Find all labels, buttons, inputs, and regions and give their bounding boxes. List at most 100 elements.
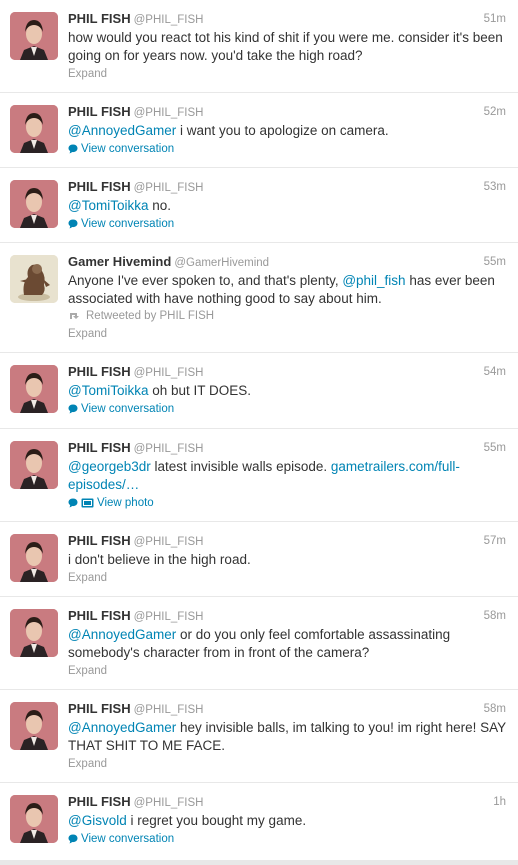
avatar[interactable] bbox=[10, 795, 58, 843]
view-conversation-link[interactable]: View conversation bbox=[68, 403, 174, 415]
author-handle[interactable]: @PHIL_FISH bbox=[134, 367, 204, 379]
view-photo-link[interactable]: View photo bbox=[68, 497, 154, 509]
mention-link[interactable]: @AnnoyedGamer bbox=[68, 720, 176, 735]
expand-link[interactable]: Expand bbox=[68, 665, 107, 677]
author-handle[interactable]: @PHIL_FISH bbox=[134, 536, 204, 548]
tweet-text-content: i want you to apologize on camera. bbox=[176, 123, 389, 138]
avatar[interactable] bbox=[10, 534, 58, 582]
tweet-timestamp[interactable]: 58m bbox=[484, 700, 506, 718]
tweet-timestamp[interactable]: 53m bbox=[484, 178, 506, 196]
author-handle[interactable]: @PHIL_FISH bbox=[134, 14, 204, 26]
view-conversation-link[interactable]: View conversation bbox=[68, 218, 174, 230]
mention-link[interactable]: @AnnoyedGamer bbox=[68, 627, 176, 642]
tweet[interactable]: PHIL FISH @PHIL_FISH 57m i don't believe … bbox=[0, 522, 518, 597]
photo-icon bbox=[81, 498, 94, 508]
speech-bubble-icon bbox=[68, 834, 78, 844]
tweet-timestamp[interactable]: 55m bbox=[484, 439, 506, 457]
tweet-text-content: no. bbox=[148, 198, 172, 213]
tweet[interactable]: PHIL FISH @PHIL_FISH 54m @TomiToikka oh b… bbox=[0, 353, 518, 429]
avatar[interactable] bbox=[10, 702, 58, 750]
author-handle[interactable]: @PHIL_FISH bbox=[134, 107, 204, 119]
author-handle[interactable]: @PHIL_FISH bbox=[134, 182, 204, 194]
tweet-timestamp[interactable]: 54m bbox=[484, 363, 506, 381]
tweet[interactable]: PHIL FISH @PHIL_FISH 58m @AnnoyedGamer or… bbox=[0, 597, 518, 690]
tweet-text: how would you react tot his kind of shit… bbox=[68, 29, 508, 65]
avatar[interactable] bbox=[10, 255, 58, 303]
avatar[interactable] bbox=[10, 441, 58, 489]
retweeted-by: Retweeted by PHIL FISH bbox=[68, 308, 508, 325]
author-name[interactable]: PHIL FISH bbox=[68, 104, 131, 119]
speech-bubble-icon bbox=[68, 404, 78, 414]
mention-link[interactable]: @TomiToikka bbox=[68, 383, 148, 398]
speech-bubble-icon bbox=[68, 144, 78, 154]
phil-fish-avatar-icon bbox=[10, 12, 58, 60]
speech-bubble-icon bbox=[68, 219, 78, 229]
view-conversation-link[interactable]: View conversation bbox=[68, 143, 174, 155]
author-handle[interactable]: @PHIL_FISH bbox=[134, 611, 204, 623]
expand-link[interactable]: Expand bbox=[68, 572, 107, 584]
tweet[interactable]: PHIL FISH @PHIL_FISH 52m @AnnoyedGamer i … bbox=[0, 93, 518, 168]
tweet-text: @Gisvold i regret you bought my game. bbox=[68, 812, 508, 830]
tweet[interactable]: PHIL FISH @PHIL_FISH 55m @georgeb3dr late… bbox=[0, 429, 518, 522]
author-name[interactable]: PHIL FISH bbox=[68, 608, 131, 623]
tweet-text-content: oh but IT DOES. bbox=[148, 383, 252, 398]
tweet-timestamp[interactable]: 1h bbox=[493, 793, 506, 811]
avatar[interactable] bbox=[10, 12, 58, 60]
avatar[interactable] bbox=[10, 105, 58, 153]
mention-link[interactable]: @georgeb3dr bbox=[68, 459, 151, 474]
author-handle[interactable]: @PHIL_FISH bbox=[134, 704, 204, 716]
view-conversation-label[interactable]: View conversation bbox=[81, 403, 174, 415]
view-conversation-label[interactable]: View conversation bbox=[81, 833, 174, 845]
expand-link[interactable]: Expand bbox=[68, 758, 107, 770]
tweet-text-content: how would you react tot his kind of shit… bbox=[68, 30, 503, 63]
tweet-text-content: i regret you bought my game. bbox=[126, 813, 307, 828]
author-name[interactable]: PHIL FISH bbox=[68, 179, 131, 194]
tweet-text-content: latest invisible walls episode. bbox=[150, 459, 331, 474]
author-name[interactable]: PHIL FISH bbox=[68, 11, 131, 26]
tweet-text: @AnnoyedGamer hey invisible balls, im ta… bbox=[68, 719, 508, 755]
tweet-text: @AnnoyedGamer i want you to apologize on… bbox=[68, 122, 508, 140]
tweet[interactable]: PHIL FISH @PHIL_FISH 51m how would you re… bbox=[0, 0, 518, 93]
tweet[interactable]: PHIL FISH @PHIL_FISH 58m @AnnoyedGamer he… bbox=[0, 690, 518, 783]
tweet-timestamp[interactable]: 58m bbox=[484, 607, 506, 625]
avatar[interactable] bbox=[10, 180, 58, 228]
phil-fish-avatar-icon bbox=[10, 795, 58, 843]
avatar[interactable] bbox=[10, 365, 58, 413]
author-handle[interactable]: @PHIL_FISH bbox=[134, 797, 204, 809]
mention-link[interactable]: @AnnoyedGamer bbox=[68, 123, 176, 138]
timeline: PHIL FISH @PHIL_FISH 51m how would you re… bbox=[0, 0, 518, 865]
tweet-text: i don't believe in the high road. bbox=[68, 551, 508, 569]
view-conversation-label[interactable]: View conversation bbox=[81, 218, 174, 230]
view-photo-label[interactable]: View photo bbox=[97, 497, 154, 509]
tweet-timestamp[interactable]: 57m bbox=[484, 532, 506, 550]
view-conversation-label[interactable]: View conversation bbox=[81, 143, 174, 155]
tweet-timestamp[interactable]: 55m bbox=[484, 253, 506, 271]
author-handle[interactable]: @GamerHivemind bbox=[174, 257, 269, 269]
author-handle[interactable]: @PHIL_FISH bbox=[134, 443, 204, 455]
tweet[interactable]: PHIL FISH @PHIL_FISH 53m @TomiToikka no. … bbox=[0, 168, 518, 243]
expand-link[interactable]: Expand bbox=[68, 68, 107, 80]
mention-link[interactable]: @TomiToikka bbox=[68, 198, 148, 213]
phil-fish-avatar-icon bbox=[10, 534, 58, 582]
tweet-text-content: Anyone I've ever spoken to, and that's p… bbox=[68, 273, 343, 288]
expand-link[interactable]: Expand bbox=[68, 328, 107, 340]
tweet-timestamp[interactable]: 52m bbox=[484, 103, 506, 121]
timeline-bottom-divider bbox=[0, 860, 518, 865]
tweet-timestamp[interactable]: 51m bbox=[484, 10, 506, 28]
tweet-text-content: i don't believe in the high road. bbox=[68, 552, 251, 567]
speech-bubble-icon bbox=[68, 498, 78, 508]
phil-fish-avatar-icon bbox=[10, 180, 58, 228]
view-conversation-link[interactable]: View conversation bbox=[68, 833, 174, 845]
author-name[interactable]: Gamer Hivemind bbox=[68, 254, 171, 269]
author-name[interactable]: PHIL FISH bbox=[68, 794, 131, 809]
author-name[interactable]: PHIL FISH bbox=[68, 364, 131, 379]
gamer-hivemind-avatar-icon bbox=[10, 255, 58, 303]
tweet[interactable]: PHIL FISH @PHIL_FISH 1h @Gisvold i regret… bbox=[0, 783, 518, 862]
author-name[interactable]: PHIL FISH bbox=[68, 701, 131, 716]
avatar[interactable] bbox=[10, 609, 58, 657]
mention-link[interactable]: @phil_fish bbox=[342, 273, 405, 288]
author-name[interactable]: PHIL FISH bbox=[68, 440, 131, 455]
author-name[interactable]: PHIL FISH bbox=[68, 533, 131, 548]
mention-link[interactable]: @Gisvold bbox=[68, 813, 127, 828]
tweet[interactable]: Gamer Hivemind @GamerHivemind 55m Anyone … bbox=[0, 243, 518, 353]
